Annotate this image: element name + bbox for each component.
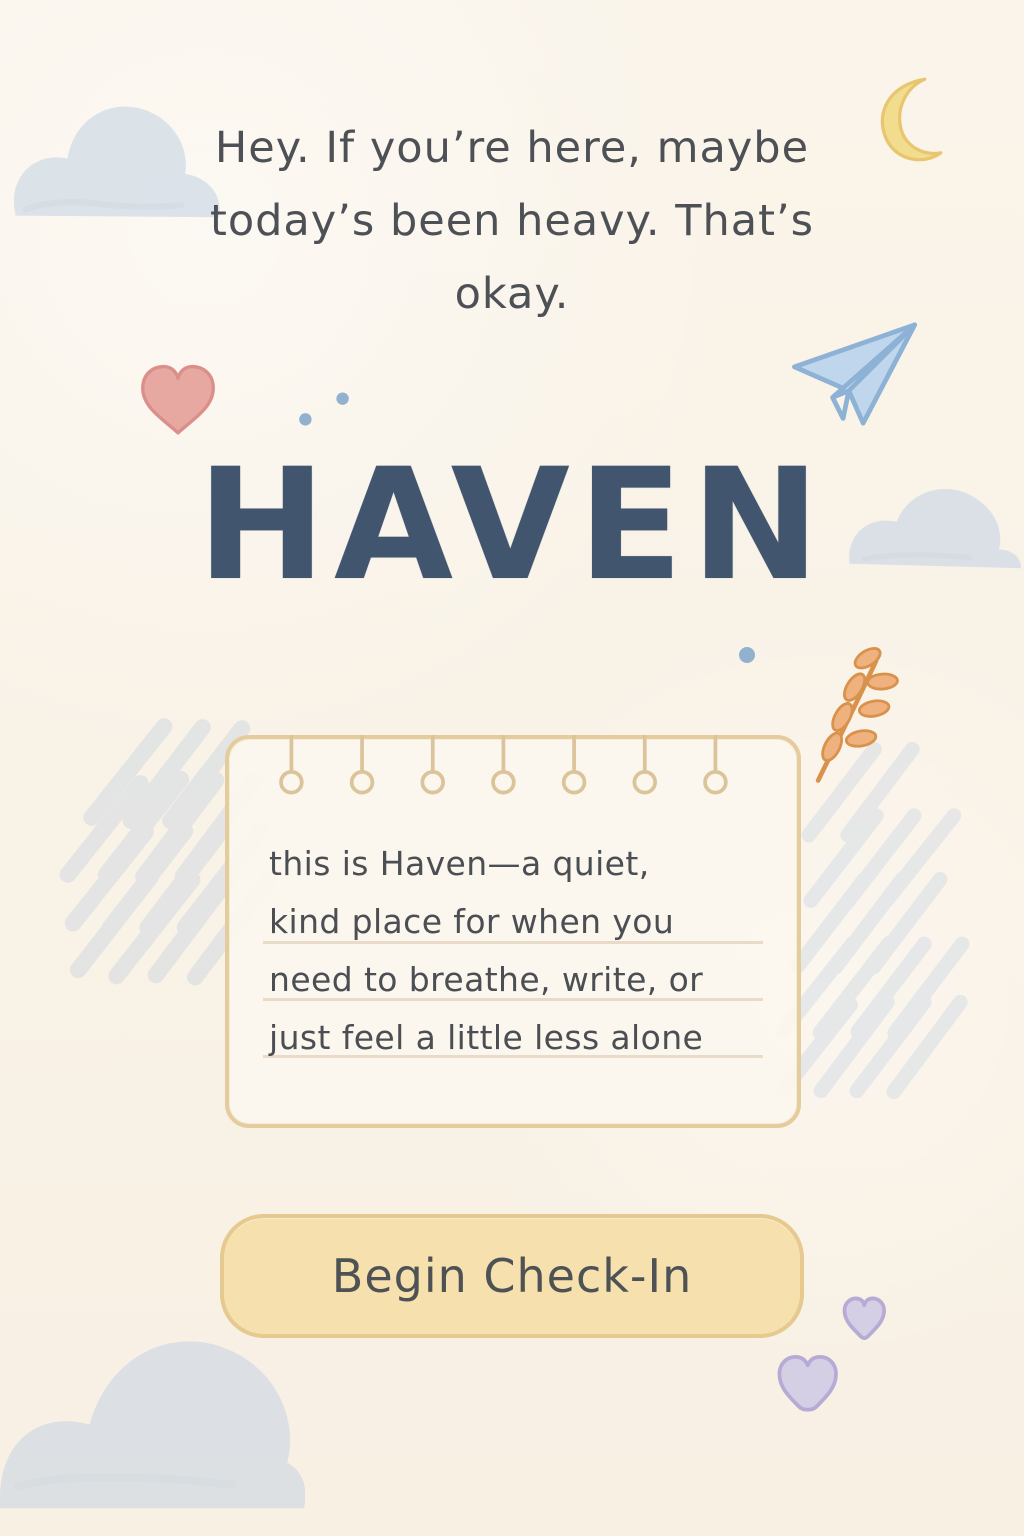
moon-icon xyxy=(880,77,943,162)
begin-check-in-button[interactable]: Begin Check-In xyxy=(220,1214,804,1338)
app-title: HAVEN xyxy=(197,436,828,615)
description-card: this is Haven—a quiet, kind place for wh… xyxy=(225,735,801,1128)
dot-icon xyxy=(739,647,755,663)
intro-message: Hey. If you’re here, maybe today’s been … xyxy=(209,123,815,319)
description-text: this is Haven—a quiet, kind place for wh… xyxy=(269,844,704,1057)
dot-icon xyxy=(299,392,349,426)
spiral-binding-icon xyxy=(279,735,728,795)
leaf-icon xyxy=(815,647,899,783)
paper-plane-icon xyxy=(792,322,918,426)
cloud-icon xyxy=(849,488,1021,569)
heart-icon xyxy=(141,364,215,435)
